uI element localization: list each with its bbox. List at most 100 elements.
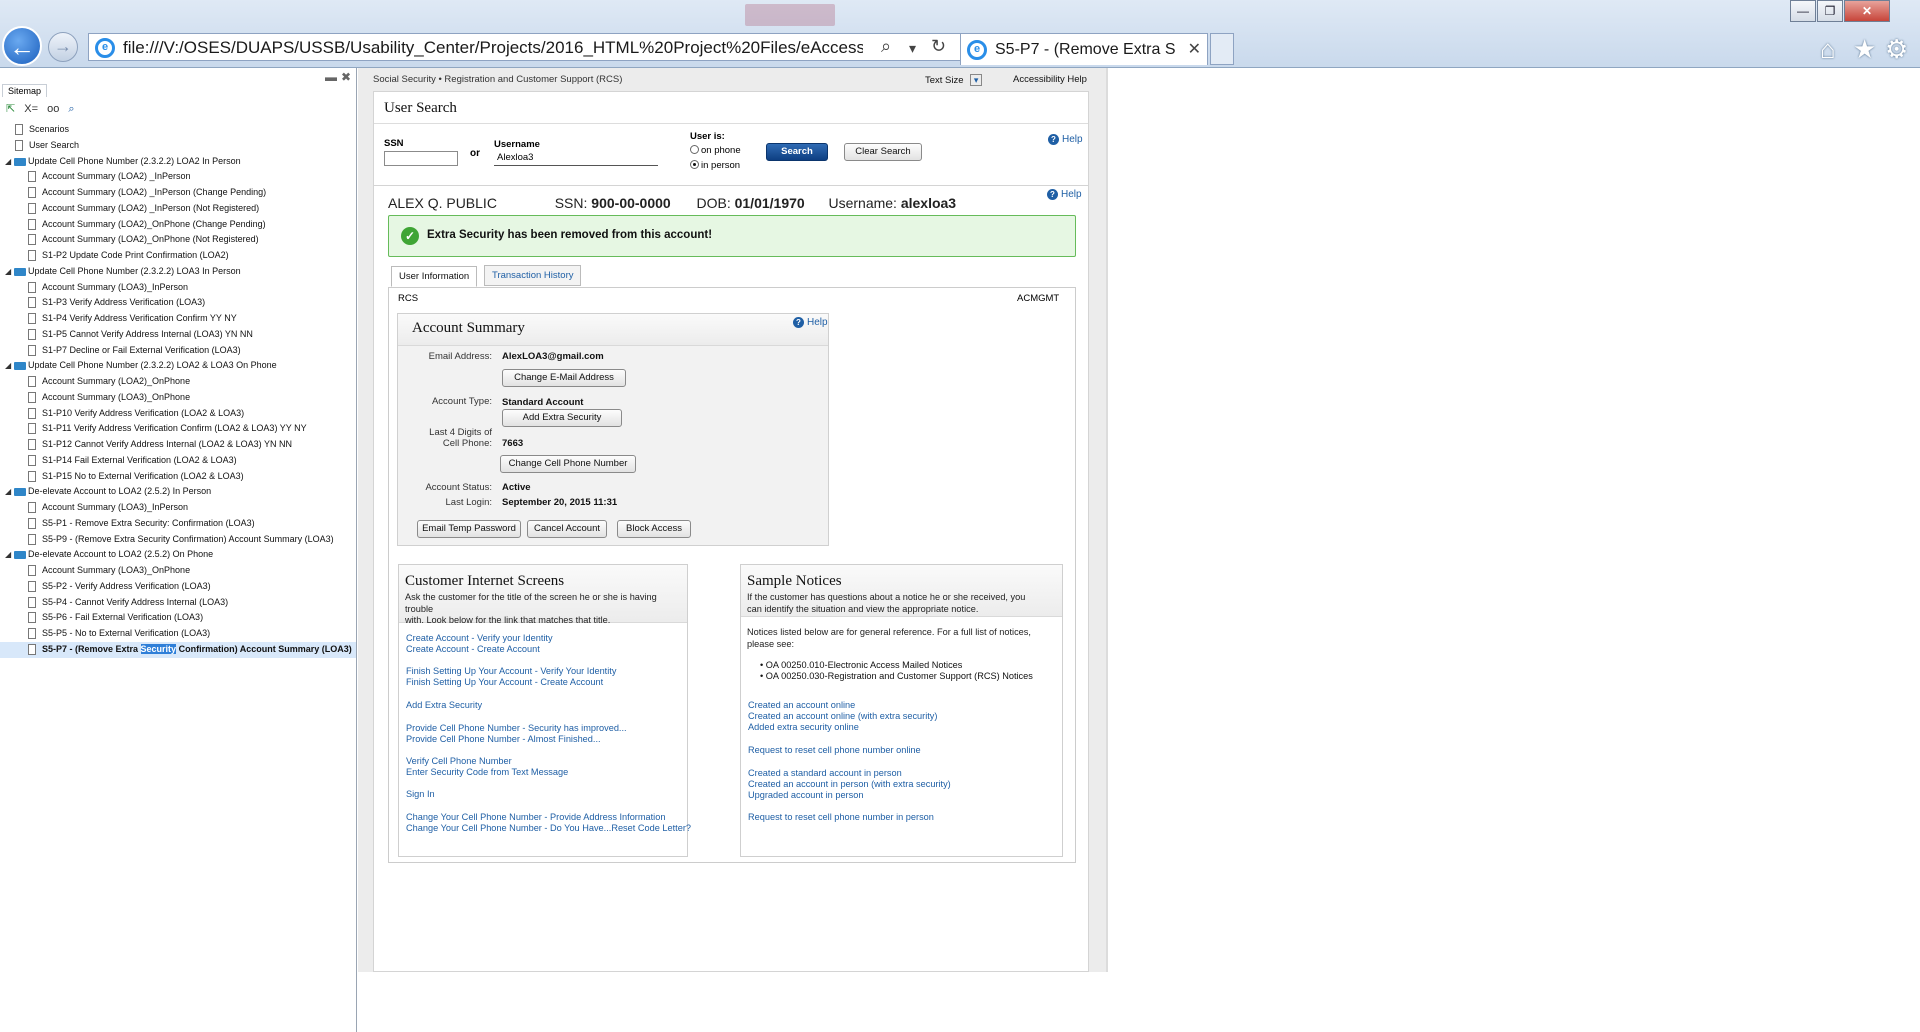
sitemap-page[interactable]: S1-P15 No to External Verification (LOA2…: [0, 469, 356, 485]
sitemap-page[interactable]: S5-P1 - Remove Extra Security: Confirmat…: [0, 516, 356, 532]
customer-screen-link[interactable]: Sign In: [406, 789, 435, 799]
customer-screen-link[interactable]: Add Extra Security: [406, 700, 482, 710]
sitemap-page[interactable]: S1-P12 Cannot Verify Address Internal (L…: [0, 437, 356, 453]
sitemap-page[interactable]: Account Summary (LOA2) _InPerson: [0, 169, 356, 185]
tab-title[interactable]: S5-P7 - (Remove Extra Secu...: [995, 41, 1175, 59]
search-icon[interactable]: ⌕: [881, 36, 891, 57]
tab-close-icon[interactable]: ✕: [1188, 39, 1201, 59]
favorites-star-icon[interactable]: ★: [1853, 34, 1876, 65]
sample-notice-link[interactable]: Created an account online (with extra se…: [748, 711, 937, 721]
clear-search-button[interactable]: Clear Search: [844, 143, 922, 161]
ssn-input[interactable]: [384, 151, 458, 166]
sample-notice-link[interactable]: Created a standard account in person: [748, 768, 902, 778]
variables-icon[interactable]: X=: [24, 103, 38, 115]
sitemap-page[interactable]: Account Summary (LOA2)_OnPhone (Change P…: [0, 217, 356, 233]
customer-screen-link[interactable]: Verify Cell Phone Number: [406, 756, 512, 766]
search-pages-icon[interactable]: ⌕: [68, 103, 74, 116]
sitemap-page[interactable]: S1-P7 Decline or Fail External Verificat…: [0, 343, 356, 359]
url-text[interactable]: file:///V:/OSES/DUAPS/USSB/Usability_Cen…: [123, 38, 863, 58]
sitemap-folder[interactable]: ◢ De-elevate Account to LOA2 (2.5.2) In P…: [0, 484, 356, 500]
email-temp-password-button[interactable]: Email Temp Password: [417, 520, 521, 538]
sitemap-page[interactable]: S5-P2 - Verify Address Verification (LOA…: [0, 579, 356, 595]
change-email-button[interactable]: Change E-Mail Address: [502, 369, 626, 387]
customer-screen-link[interactable]: Enter Security Code from Text Message: [406, 767, 568, 777]
expand-toggle-icon[interactable]: ◢: [5, 264, 11, 279]
expand-toggle-icon[interactable]: ◢: [5, 547, 11, 562]
browser-tab[interactable]: e S5-P7 - (Remove Extra Secu... ✕: [960, 33, 1208, 65]
sitemap-page[interactable]: S5-P4 - Cannot Verify Address Internal (…: [0, 595, 356, 611]
username-input[interactable]: Alexloa3: [494, 151, 658, 166]
link-icon[interactable]: oo: [47, 103, 59, 115]
sitemap-page[interactable]: S1-P3 Verify Address Verification (LOA3): [0, 295, 356, 311]
sample-notice-link[interactable]: Created an account in person (with extra…: [748, 779, 951, 789]
customer-screen-link[interactable]: Provide Cell Phone Number - Security has…: [406, 723, 627, 733]
sitemap-page[interactable]: Account Summary (LOA3)_InPerson: [0, 500, 356, 516]
sitemap-minimize-icon[interactable]: ▬: [325, 70, 337, 84]
expand-toggle-icon[interactable]: ◢: [5, 358, 11, 373]
sitemap-folder[interactable]: ◢ De-elevate Account to LOA2 (2.5.2) On P…: [0, 547, 356, 563]
sitemap-page[interactable]: S5-P6 - Fail External Verification (LOA3…: [0, 610, 356, 626]
sitemap-folder[interactable]: ◢ Update Cell Phone Number (2.3.2.2) LOA2…: [0, 358, 356, 374]
address-bar[interactable]: e file:///V:/OSES/DUAPS/USSB/Usability_C…: [88, 33, 970, 61]
add-page-icon[interactable]: ⇱: [6, 102, 15, 115]
sample-notice-link[interactable]: Upgraded account in person: [748, 790, 863, 800]
sample-notice-link[interactable]: Added extra security online: [748, 722, 859, 732]
forward-button[interactable]: →: [48, 32, 78, 62]
sitemap-page[interactable]: User Search: [0, 138, 356, 154]
sitemap-page[interactable]: Account Summary (LOA2)_OnPhone (Not Regi…: [0, 232, 356, 248]
account-summary-help-link[interactable]: ? Help: [793, 317, 828, 328]
sitemap-close-icon[interactable]: ✖: [341, 70, 351, 84]
sample-notice-link[interactable]: Created an account online: [748, 700, 855, 710]
cancel-account-button[interactable]: Cancel Account: [527, 520, 607, 538]
sitemap-page[interactable]: Account Summary (LOA3)_InPerson: [0, 280, 356, 296]
accessibility-help-link[interactable]: Accessibility Help: [1013, 74, 1087, 85]
sitemap-page[interactable]: Account Summary (LOA2)_OnPhone: [0, 374, 356, 390]
person-help-link[interactable]: ? Help: [1047, 189, 1082, 200]
back-button[interactable]: ←: [2, 26, 42, 66]
text-size-dropdown-icon[interactable]: ▾: [970, 74, 983, 86]
sitemap-page[interactable]: S1-P4 Verify Address Verification Confir…: [0, 311, 356, 327]
sitemap-page[interactable]: S1-P11 Verify Address Verification Confi…: [0, 421, 356, 437]
address-dropdown-icon[interactable]: ▾: [909, 40, 916, 57]
close-window-button[interactable]: ✕: [1844, 0, 1890, 22]
customer-screen-link[interactable]: Change Your Cell Phone Number - Do You H…: [406, 823, 691, 833]
tab-transaction-history[interactable]: Transaction History: [484, 265, 582, 286]
new-tab-button[interactable]: [1210, 33, 1234, 65]
customer-screen-link[interactable]: Provide Cell Phone Number - Almost Finis…: [406, 734, 601, 744]
sitemap-page[interactable]: Account Summary (LOA2) _InPerson (Change…: [0, 185, 356, 201]
sitemap-page[interactable]: S1-P14 Fail External Verification (LOA2 …: [0, 453, 356, 469]
sitemap-page[interactable]: S1-P10 Verify Address Verification (LOA2…: [0, 406, 356, 422]
search-button[interactable]: Search: [766, 143, 828, 161]
change-cell-phone-button[interactable]: Change Cell Phone Number: [500, 455, 636, 473]
expand-toggle-icon[interactable]: ◢: [5, 154, 11, 169]
block-access-button[interactable]: Block Access: [617, 520, 691, 538]
restore-button[interactable]: ❐: [1817, 0, 1843, 22]
customer-screen-link[interactable]: Create Account - Verify your Identity: [406, 633, 553, 643]
minimize-button[interactable]: —: [1790, 0, 1816, 22]
radio-circle[interactable]: [690, 145, 699, 154]
tab-user-information[interactable]: User Information: [391, 266, 478, 287]
on-phone-radio[interactable]: on phone: [690, 145, 741, 156]
customer-screen-link[interactable]: Change Your Cell Phone Number - Provide …: [406, 812, 665, 822]
sitemap-folder[interactable]: ◢ Update Cell Phone Number (2.3.2.2) LOA2…: [0, 154, 356, 170]
customer-screen-link[interactable]: Create Account - Create Account: [406, 644, 540, 654]
sitemap-page[interactable]: Account Summary (LOA3)_OnPhone: [0, 390, 356, 406]
sitemap-page[interactable]: S5-P5 - No to External Verification (LOA…: [0, 626, 356, 642]
sitemap-tab[interactable]: Sitemap: [2, 84, 48, 97]
add-extra-security-button[interactable]: Add Extra Security: [502, 409, 622, 427]
sitemap-page[interactable]: S1-P2 Update Code Print Confirmation (LO…: [0, 248, 356, 264]
home-icon[interactable]: ⌂: [1820, 34, 1836, 65]
sitemap-folder[interactable]: ◢ Update Cell Phone Number (2.3.2.2) LOA3…: [0, 264, 356, 280]
sitemap-page[interactable]: S1-P5 Cannot Verify Address Internal (LO…: [0, 327, 356, 343]
customer-screen-link[interactable]: Finish Setting Up Your Account - Verify …: [406, 666, 616, 676]
in-person-radio[interactable]: in person: [690, 160, 740, 171]
expand-toggle-icon[interactable]: ◢: [5, 484, 11, 499]
sitemap-page[interactable]: S5-P9 - (Remove Extra Security Confirmat…: [0, 532, 356, 548]
settings-gear-icon[interactable]: ⚙: [1885, 34, 1908, 65]
sample-notice-link[interactable]: Request to reset cell phone number in pe…: [748, 812, 934, 822]
text-size-control[interactable]: Text Size ▾: [925, 74, 983, 86]
sitemap-page-selected[interactable]: S5-P7 - (Remove Extra Security Confirmat…: [0, 641, 356, 658]
sitemap-page[interactable]: Scenarios: [0, 122, 356, 138]
customer-screen-link[interactable]: Finish Setting Up Your Account - Create …: [406, 677, 603, 687]
user-search-help-link[interactable]: ? Help: [1048, 134, 1083, 145]
